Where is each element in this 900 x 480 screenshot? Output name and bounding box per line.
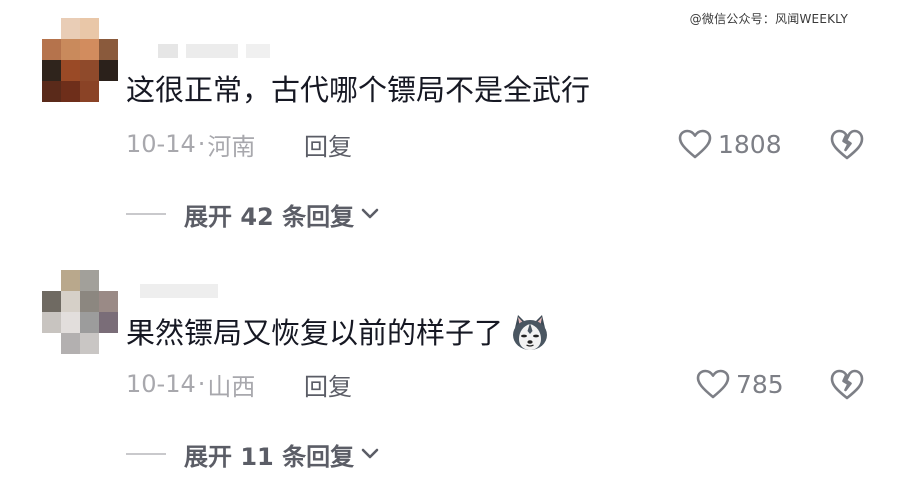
comment-separator: · (197, 370, 206, 398)
expand-replies-label: 展开 42 条回复 (184, 202, 355, 231)
divider-line (126, 453, 166, 455)
comment-date: 10-14 (126, 130, 196, 158)
expand-replies-row: 展开 11 条回复 (126, 437, 380, 472)
comment-text: 这很正常，古代哪个镖局不是全武行 (126, 70, 590, 110)
comment-text-content: 这很正常，古代哪个镖局不是全武行 (126, 73, 591, 107)
like-button[interactable]: 1808 (678, 124, 782, 164)
reply-button[interactable]: 回复 (304, 127, 352, 162)
comment-region: 山西 (207, 372, 256, 401)
broken-heart-icon[interactable] (830, 127, 864, 161)
reply-button[interactable]: 回复 (304, 367, 352, 402)
expand-replies-button[interactable]: 展开 42 条回复 (184, 197, 380, 232)
comment-text: 果然镖局又恢复以前的样子了 (126, 312, 551, 354)
heart-outline-icon (678, 129, 712, 159)
expand-replies-row: 展开 42 条回复 (126, 197, 380, 232)
broken-heart-icon[interactable] (830, 367, 864, 401)
expand-replies-button[interactable]: 展开 11 条回复 (184, 437, 380, 472)
divider-line (126, 213, 166, 215)
comment-date: 10-14 (126, 370, 196, 398)
like-button[interactable]: 785 (696, 364, 784, 404)
watermark: @微信公众号：风闻WEEKLY (689, 12, 848, 26)
comment-meta: 10-14 · 河南 回复 1808 (126, 124, 886, 164)
avatar[interactable] (42, 18, 118, 102)
husky-emoji-icon (513, 315, 548, 350)
expand-replies-label: 展开 11 条回复 (184, 442, 355, 471)
comment-region: 河南 (207, 132, 256, 161)
comment-meta: 10-14 · 山西 回复 785 (126, 364, 886, 404)
username-blurred[interactable] (140, 284, 218, 298)
username-blurred[interactable] (158, 44, 270, 58)
heart-outline-icon (696, 369, 730, 399)
like-count: 785 (736, 369, 784, 399)
avatar[interactable] (42, 270, 118, 354)
chevron-down-icon (361, 448, 379, 459)
comment-separator: · (197, 130, 206, 158)
comment-text-content: 果然镖局又恢复以前的样子了 (126, 316, 504, 350)
like-count: 1808 (718, 129, 782, 159)
chevron-down-icon (361, 208, 379, 219)
